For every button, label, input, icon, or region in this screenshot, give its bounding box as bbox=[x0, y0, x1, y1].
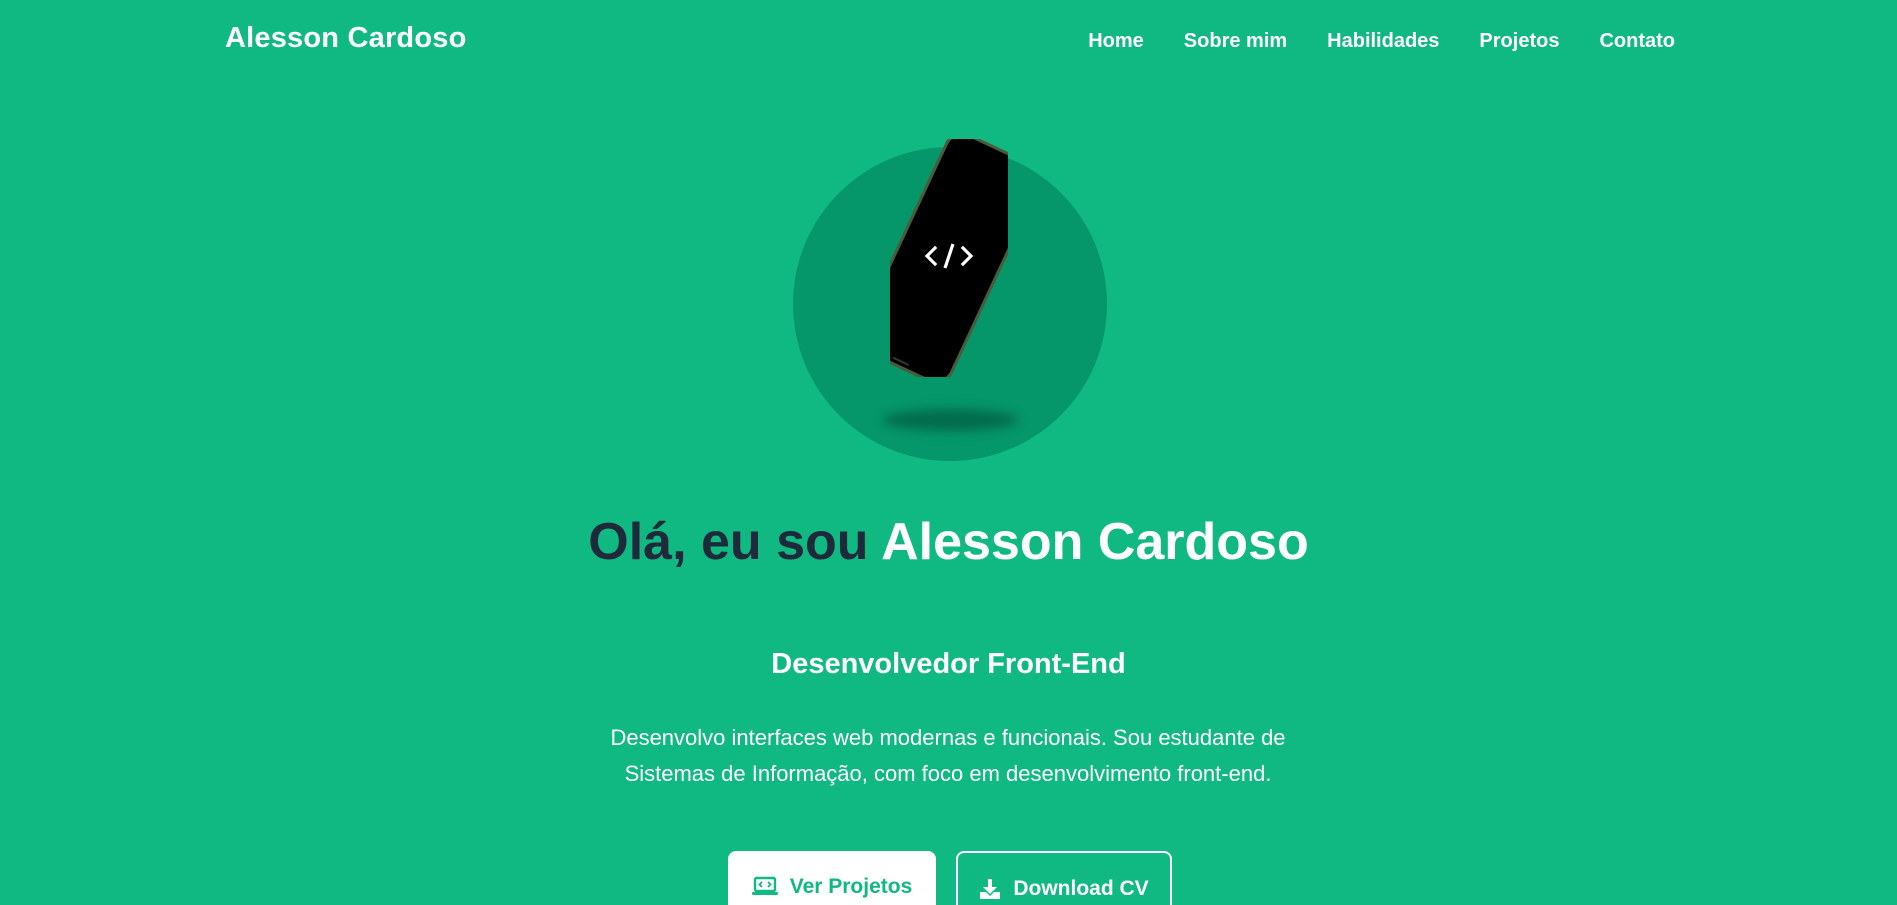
nav-link-sobre-mim[interactable]: Sobre mim bbox=[1184, 30, 1287, 53]
hero-title-name: Alesson Cardoso bbox=[881, 513, 1309, 571]
nav-link-contato[interactable]: Contato bbox=[1599, 30, 1675, 53]
ver-projetos-button[interactable]: Ver Projetos bbox=[728, 851, 936, 905]
download-cv-button[interactable]: Download CV bbox=[956, 851, 1172, 905]
hero-title: Olá, eu sou Alesson Cardoso bbox=[0, 510, 1897, 574]
hero-illustration bbox=[793, 139, 1107, 461]
download-cv-label: Download CV bbox=[1013, 877, 1149, 900]
phone-illustration bbox=[890, 139, 1008, 377]
brand-logo[interactable]: Alesson Cardoso bbox=[225, 22, 467, 55]
nav-link-home[interactable]: Home bbox=[1088, 30, 1144, 53]
main-nav: Home Sobre mim Habilidades Projetos Cont… bbox=[1088, 30, 1675, 53]
hero-subtitle: Desenvolvedor Front-End bbox=[771, 648, 1126, 680]
phone-shadow bbox=[883, 409, 1018, 431]
hero-description: Desenvolvo interfaces web modernas e fun… bbox=[610, 725, 1286, 786]
laptop-code-icon bbox=[751, 876, 778, 895]
nav-link-habilidades[interactable]: Habilidades bbox=[1327, 30, 1439, 53]
download-icon bbox=[980, 879, 1001, 899]
hero-title-prefix: Olá, eu sou bbox=[588, 513, 869, 571]
page: Alesson Cardoso Home Sobre mim Habilidad… bbox=[0, 0, 1897, 905]
nav-link-projetos[interactable]: Projetos bbox=[1479, 30, 1559, 53]
ver-projetos-label: Ver Projetos bbox=[789, 875, 913, 898]
site-header: Alesson Cardoso Home Sobre mim Habilidad… bbox=[0, 0, 1897, 86]
